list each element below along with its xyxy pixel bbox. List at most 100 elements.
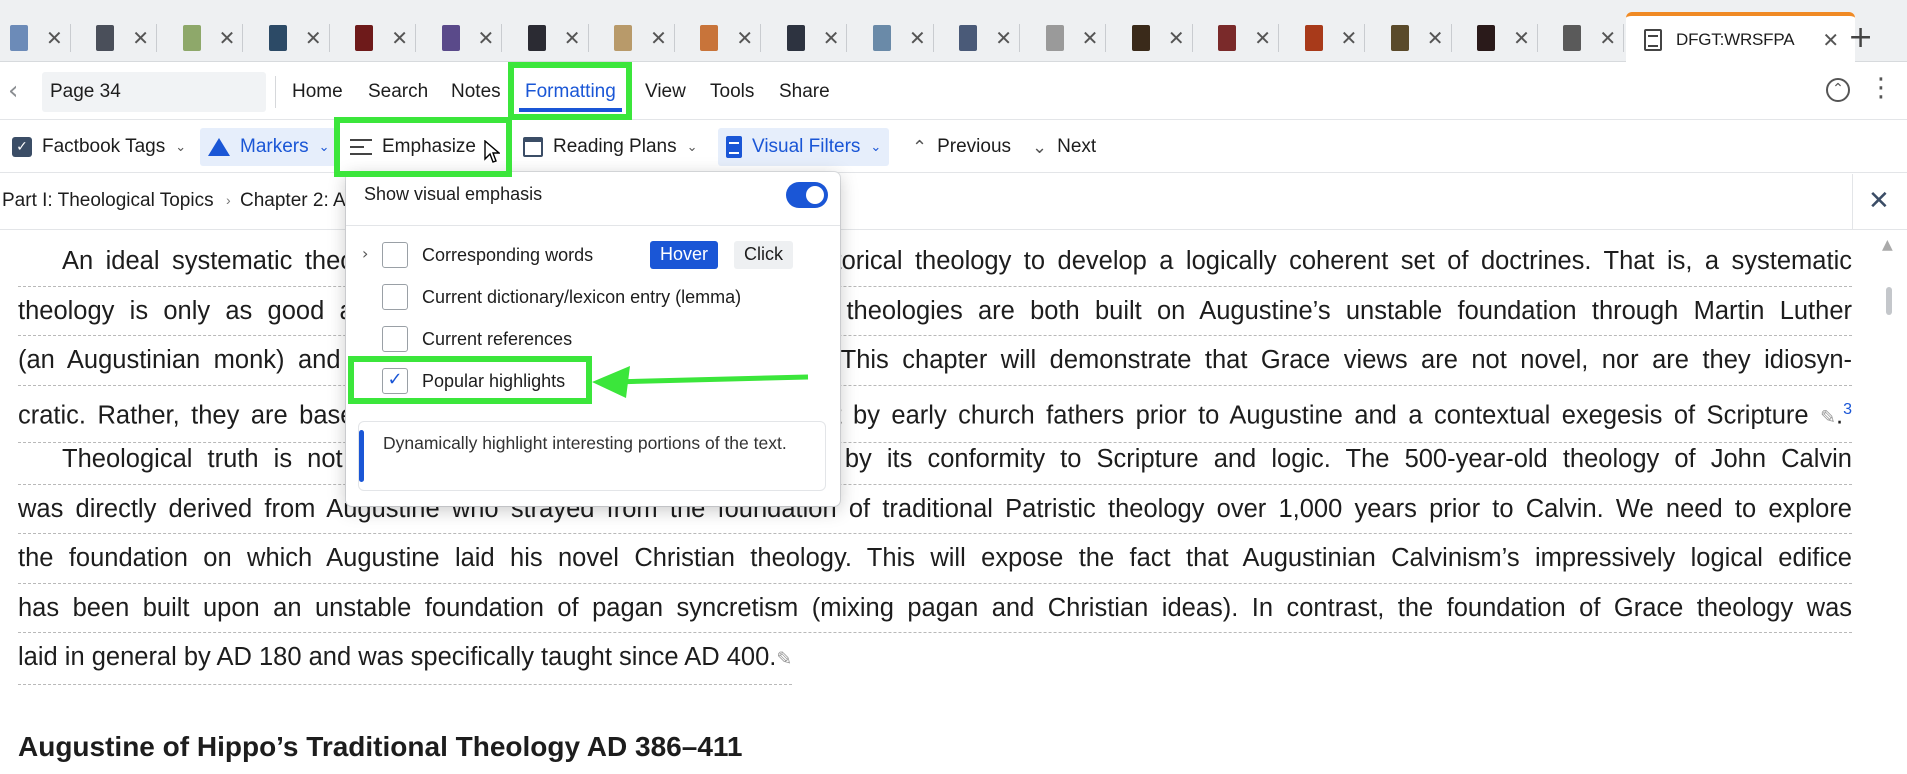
- tab-9[interactable]: ✕: [700, 18, 762, 58]
- close-tab-icon[interactable]: ✕: [650, 28, 667, 48]
- close-tab-icon[interactable]: ✕: [219, 28, 236, 48]
- close-tab-icon[interactable]: ✕: [1168, 28, 1185, 48]
- tab-2[interactable]: ✕: [96, 18, 158, 58]
- text-line: theology is only as good as theologies ar…: [18, 287, 1852, 336]
- show-visual-emphasis-toggle[interactable]: [786, 182, 828, 208]
- visual-filters-button[interactable]: Visual Filters ⌄: [718, 128, 890, 166]
- text-line: Theological truth is not t by its conform…: [18, 435, 1852, 485]
- tab-10[interactable]: ✕: [786, 18, 848, 58]
- tab-17[interactable]: ✕: [1390, 18, 1452, 58]
- factbook-tags-button[interactable]: ✓ Factbook Tags ⌄: [4, 128, 194, 166]
- close-tab-icon[interactable]: ✕: [823, 28, 840, 48]
- close-tab-icon[interactable]: ✕: [909, 28, 926, 48]
- close-tab-icon[interactable]: ✕: [1082, 28, 1099, 48]
- reading-pane[interactable]: An ideal systematic theo torical theology…: [0, 231, 1907, 774]
- page-field[interactable]: Page 34: [42, 72, 266, 112]
- close-tab-icon[interactable]: ✕: [391, 28, 408, 48]
- option-label: Current references: [422, 328, 573, 349]
- tab-5[interactable]: ✕: [355, 18, 416, 58]
- tab-16[interactable]: ✕: [1304, 18, 1366, 58]
- close-tab-icon[interactable]: ✕: [1254, 28, 1271, 48]
- tab-separator: [1450, 24, 1452, 52]
- tab-3[interactable]: ✕: [182, 18, 244, 58]
- tab-13[interactable]: ✕: [1045, 18, 1107, 58]
- option-current-lemma[interactable]: Current dictionary/lexicon entry (lemma): [382, 284, 741, 310]
- tab-separator: [156, 24, 158, 52]
- close-tab-icon[interactable]: ✕: [736, 28, 753, 48]
- formatting-toolbar: ✓ Factbook Tags ⌄ Markers ⌄ Emphasize ⌄ …: [0, 121, 1907, 173]
- previous-button[interactable]: ⌃ Previous: [904, 128, 1019, 166]
- tab-7[interactable]: ✕: [527, 18, 589, 58]
- pencil-icon[interactable]: ✎: [776, 648, 792, 670]
- tab-thumbnail-icon: [1045, 25, 1064, 51]
- next-button[interactable]: ⌄ Next: [1024, 128, 1104, 166]
- collapse-toolbar-icon[interactable]: ⌃: [1826, 78, 1850, 102]
- close-tab-icon[interactable]: ✕: [1513, 28, 1530, 48]
- tab-active[interactable]: DFGT:WRSFPA ✕: [1626, 12, 1856, 63]
- text-line: (an Augustinian monk) and. This chapter …: [18, 336, 1852, 386]
- click-mode-button[interactable]: Click: [734, 241, 793, 269]
- menu-view[interactable]: View: [645, 72, 686, 112]
- close-tab-icon[interactable]: ✕: [305, 28, 322, 48]
- scroll-up-icon[interactable]: ▲: [1882, 237, 1893, 253]
- tab-thumbnail-icon: [873, 25, 891, 51]
- close-panel-icon[interactable]: ✕: [1868, 186, 1890, 216]
- menu-search[interactable]: Search: [368, 72, 428, 112]
- scrollbar-thumb[interactable]: [1886, 287, 1892, 315]
- close-tab-icon[interactable]: ✕: [132, 28, 149, 48]
- tab-8[interactable]: ✕: [614, 18, 675, 58]
- tab-4[interactable]: ✕: [268, 18, 330, 58]
- pencil-icon[interactable]: ✎: [1820, 406, 1836, 428]
- breadcrumb-divider: [1852, 174, 1853, 230]
- close-tab-icon[interactable]: ✕: [564, 28, 581, 48]
- new-tab-button[interactable]: +: [1848, 20, 1873, 55]
- close-tab-icon[interactable]: ✕: [1341, 28, 1358, 48]
- calendar-icon: [523, 137, 543, 157]
- tab-15[interactable]: ✕: [1218, 18, 1279, 58]
- close-tab-icon[interactable]: ✕: [46, 28, 63, 48]
- breadcrumb-part[interactable]: Part I: Theological Topics: [2, 190, 214, 212]
- markers-button[interactable]: Markers ⌄: [200, 128, 338, 166]
- factbook-tag-icon: ✓: [12, 137, 32, 157]
- nav-divider: [275, 76, 276, 108]
- more-options-icon[interactable]: ⋮: [1868, 75, 1894, 101]
- menu-share[interactable]: Share: [779, 72, 830, 112]
- breadcrumb-chapter[interactable]: Chapter 2: A: [240, 190, 346, 212]
- menu-tools[interactable]: Tools: [710, 72, 754, 112]
- tab-6[interactable]: ✕: [441, 18, 503, 58]
- tab-separator: [1191, 24, 1193, 52]
- reading-plans-label: Reading Plans: [553, 136, 677, 157]
- footnote-link[interactable]: 3: [1843, 401, 1852, 418]
- close-tab-icon[interactable]: ✕: [995, 28, 1012, 48]
- tab-19[interactable]: ✕: [1563, 18, 1625, 58]
- tab-18[interactable]: ✕: [1477, 18, 1538, 58]
- back-arrow-icon[interactable]: ‹: [8, 76, 18, 106]
- menu-notes[interactable]: Notes: [451, 72, 501, 112]
- option-label: Corresponding words: [422, 244, 594, 265]
- tab-thumbnail-icon: [786, 25, 805, 51]
- option-corresponding-words[interactable]: Corresponding words: [382, 242, 593, 268]
- menu-home[interactable]: Home: [292, 72, 343, 112]
- reading-plans-button[interactable]: Reading Plans ⌄: [515, 128, 706, 166]
- close-tab-icon[interactable]: ✕: [1427, 28, 1444, 48]
- hover-mode-button[interactable]: Hover: [650, 241, 719, 269]
- checkbox[interactable]: [382, 326, 408, 352]
- tab-strip: DFGT:WRSFPA ✕ + ✕ ✕ ✕ ✕ ✕ ✕ ✕ ✕ ✕ ✕ ✕ ✕ ✕ ✕ ✕ ✕ ✕ ✕ ✕: [0, 0, 1907, 63]
- tab-11[interactable]: ✕: [873, 18, 934, 58]
- visual-filter-icon: [726, 136, 742, 158]
- tab-1[interactable]: ✕: [10, 18, 71, 58]
- chevron-down-icon: ⌄: [1032, 136, 1048, 158]
- tab-separator: [760, 24, 762, 52]
- checkbox[interactable]: [382, 242, 408, 268]
- checkbox[interactable]: [382, 284, 408, 310]
- close-tab-icon[interactable]: ✕: [478, 28, 495, 48]
- next-label: Next: [1057, 136, 1097, 157]
- expand-caret-icon[interactable]: ›: [362, 244, 368, 263]
- markers-label: Markers: [240, 136, 309, 157]
- tab-separator: [1364, 24, 1366, 52]
- close-tab-icon[interactable]: ✕: [1599, 28, 1616, 48]
- tab-12[interactable]: ✕: [959, 18, 1021, 58]
- close-tab-icon[interactable]: ✕: [1822, 30, 1839, 50]
- tab-14[interactable]: ✕: [1131, 18, 1193, 58]
- option-current-references[interactable]: Current references: [382, 326, 572, 352]
